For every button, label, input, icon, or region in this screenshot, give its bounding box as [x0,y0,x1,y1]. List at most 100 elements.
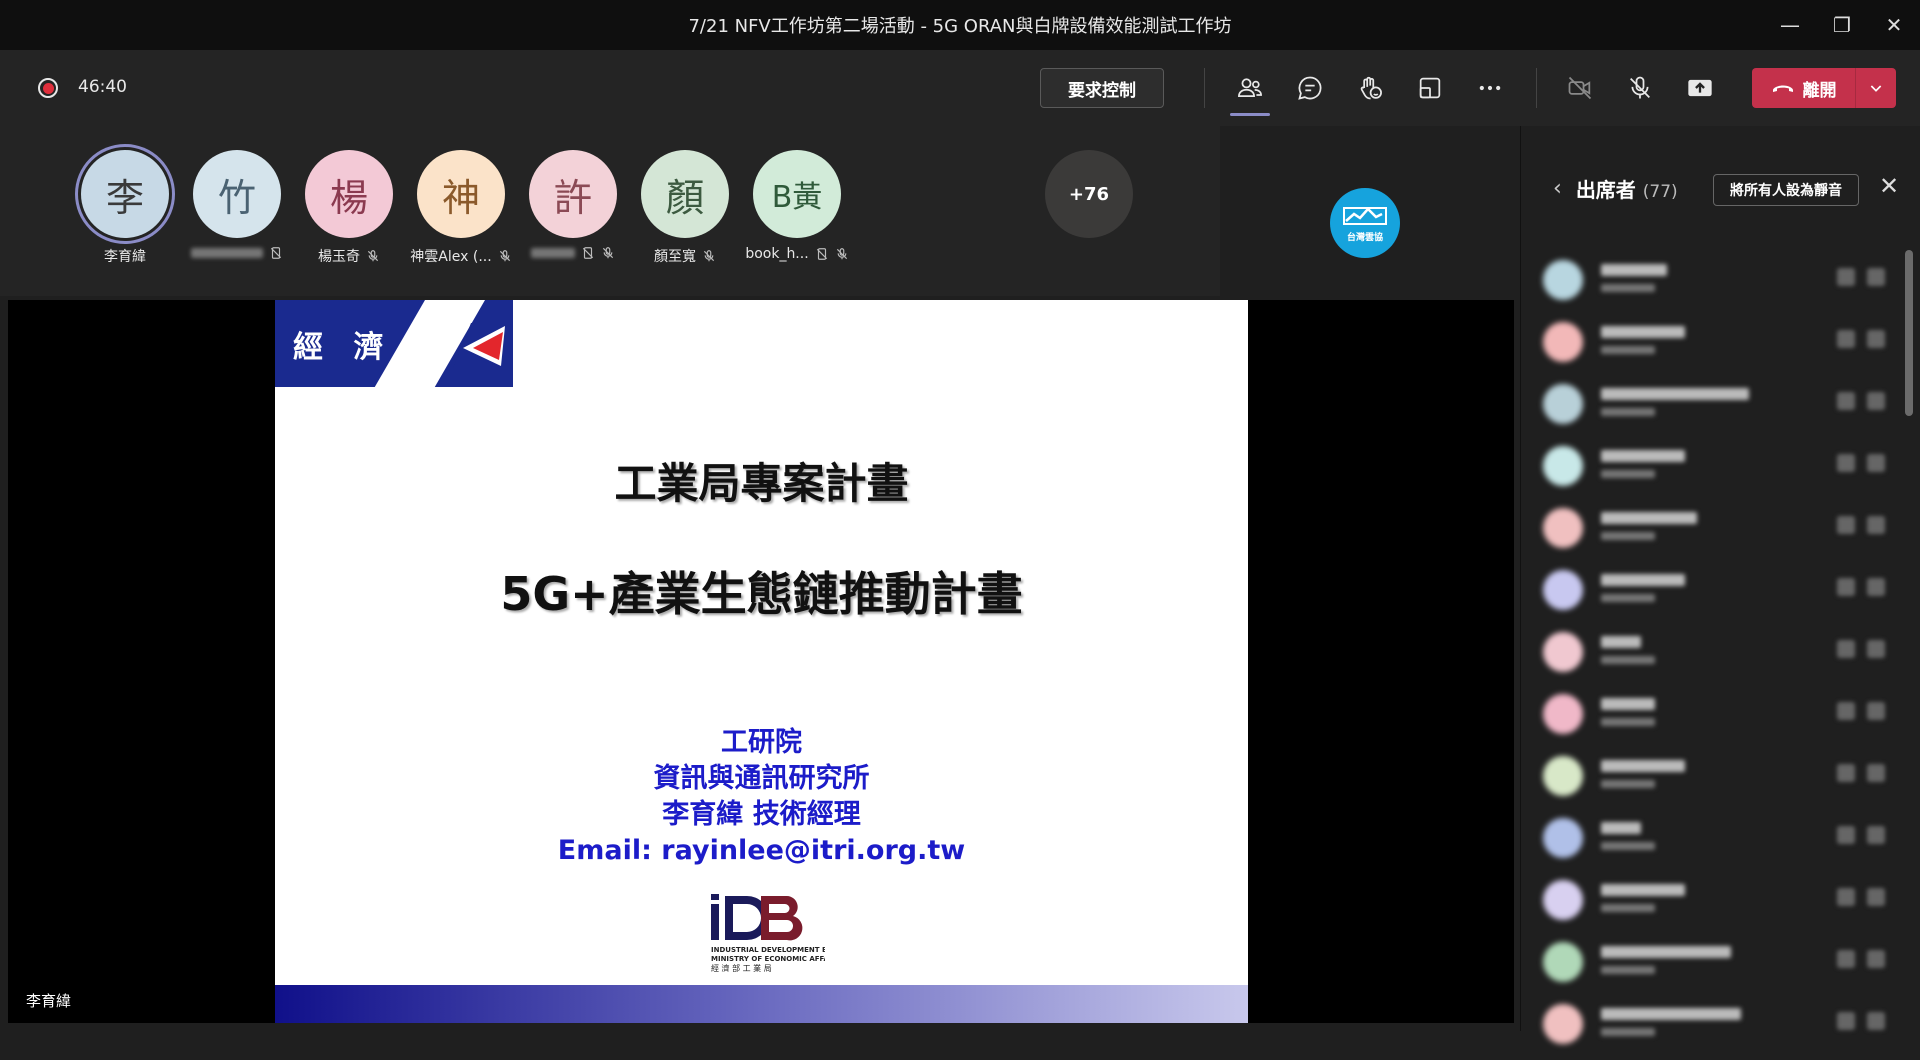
more-options-icon[interactable] [1472,70,1508,106]
presentation-slide: 經 濟 部 工業局專案計畫 5G+產業生態鏈推動計畫 工研院 資訊與通訊研究所 … [275,300,1248,1023]
camera-status-icon [1837,268,1855,286]
participant-name-blurred [1601,760,1685,772]
mic-status-icon [1867,268,1885,286]
info-line: Email: rayinlee@itri.org.tw [557,835,966,866]
participants-icon[interactable] [1230,70,1270,116]
mic-off-icon [367,250,379,262]
restore-button[interactable]: ❐ [1816,0,1868,50]
avatar: 楊 [305,150,393,238]
avatar [1543,880,1583,920]
avatar: 許 [529,150,617,238]
camera-status-icon [1837,764,1855,782]
participant-row[interactable] [1543,254,1885,316]
participant-name-row: book_h... [738,246,856,262]
mic-off-icon [836,248,847,260]
avatar: 竹 [193,150,281,238]
participant-name: 顏至寬 [654,249,696,265]
idb-line: INDUSTRIAL DEVELOPMENT BUREAU, [711,946,825,954]
logo-text: 台灣雲協 [1346,232,1383,243]
participant-row[interactable] [1543,688,1885,750]
participant-name-blurred [1601,884,1685,896]
participant-role-blurred [1601,780,1655,788]
mic-status-icon [1867,826,1885,844]
participant-name-blurred [1601,326,1685,338]
participant-row[interactable] [1543,750,1885,812]
participant-tile[interactable]: B黃 book_h... [738,150,856,262]
hangup-icon [1772,85,1793,92]
participant-row[interactable] [1543,316,1885,378]
participant-role-blurred [1601,346,1655,354]
participant-role-blurred [1601,1028,1655,1036]
participant-tile[interactable]: 李李育緯 [66,150,184,266]
camera-off-icon[interactable] [1562,70,1598,106]
participant-row[interactable] [1543,936,1885,998]
participant-tile[interactable]: 楊楊玉奇 [290,150,408,266]
avatar [1543,384,1583,424]
toolbar-divider [1204,68,1205,108]
avatar: 神 [417,150,505,238]
participant-tile[interactable]: 顏顏至寬 [626,150,744,266]
avatar [1543,632,1583,672]
leave-main[interactable]: 離開 [1752,68,1856,108]
participant-role-blurred [1601,904,1655,912]
mic-off-icon [499,250,510,262]
participant-tile[interactable]: 神神雲Alex (... [402,150,520,266]
mic-off-icon[interactable] [1622,70,1658,106]
attendee-count: (77) [1642,182,1678,202]
participant-row[interactable] [1543,502,1885,564]
camera-status-icon [1837,640,1855,658]
participant-row[interactable] [1543,626,1885,688]
window-title: 7/21 NFV工作坊第二場活動 - 5G ORAN與白牌設備效能測試工作坊 [688,16,1232,37]
panel-scrollbar[interactable] [1905,250,1913,416]
avatar: B黃 [753,150,841,238]
avatar [1543,508,1583,548]
camera-status-icon [1837,516,1855,534]
idb-logo: INDUSTRIAL DEVELOPMENT BUREAU, MINISTRY … [711,894,825,973]
participant-row[interactable] [1543,812,1885,874]
share-screen-icon[interactable] [1682,70,1718,106]
camera-status-icon [1837,1012,1855,1030]
minimize-button[interactable]: — [1764,0,1816,50]
participant-tile[interactable]: 竹 [178,150,296,260]
participant-role-blurred [1601,408,1655,416]
participant-role-blurred [1601,656,1655,664]
info-line: 李育緯 技術經理 [662,799,861,830]
mic-status-icon [1867,888,1885,906]
chat-icon[interactable] [1292,70,1328,106]
back-chevron-icon[interactable]: ‹ [1553,176,1562,201]
close-panel-icon[interactable]: ✕ [1879,172,1899,200]
reactions-icon[interactable] [1352,70,1388,106]
leave-options-button[interactable] [1856,80,1896,96]
mute-all-button[interactable]: 將所有人設為靜音 [1713,174,1859,206]
camera-status-icon [1837,950,1855,968]
mic-status-icon [1867,1012,1885,1030]
phone-icon [582,247,594,259]
participant-name-blurred [1601,574,1685,586]
slide-contact: 工研院 資訊與通訊研究所 李育緯 技術經理 Email: rayinlee@it… [275,725,1248,869]
phone-icon [816,248,827,260]
participant-name-blurred [1601,512,1697,524]
participant-row[interactable] [1543,874,1885,936]
participant-row[interactable] [1543,440,1885,502]
close-window-button[interactable]: ✕ [1868,0,1920,50]
participant-name-blurred [1601,450,1685,462]
share-tray-icon[interactable] [1412,70,1448,106]
mic-status-icon [1867,950,1885,968]
info-line: 資訊與通訊研究所 [653,763,870,794]
participant-list [1543,254,1885,1060]
participant-name-row: 神雲Alex (... [402,246,520,266]
participant-row[interactable] [1543,564,1885,626]
participant-name-row: 楊玉奇 [290,246,408,266]
participant-name: 楊玉奇 [318,249,360,265]
mic-status-icon [1867,764,1885,782]
participant-tile[interactable]: 許 [514,150,632,260]
request-control-button[interactable]: 要求控制 [1040,68,1164,108]
participant-role-blurred [1601,284,1655,292]
title-bar: 7/21 NFV工作坊第二場活動 - 5G ORAN與白牌設備效能測試工作坊 —… [0,0,1920,50]
overflow-tile[interactable]: +76 [1030,150,1148,238]
participant-row[interactable] [1543,378,1885,440]
avatar: 顏 [641,150,729,238]
participant-name-blurred [1601,388,1749,400]
participant-row[interactable] [1543,998,1885,1060]
leave-button[interactable]: 離開 [1752,68,1896,108]
